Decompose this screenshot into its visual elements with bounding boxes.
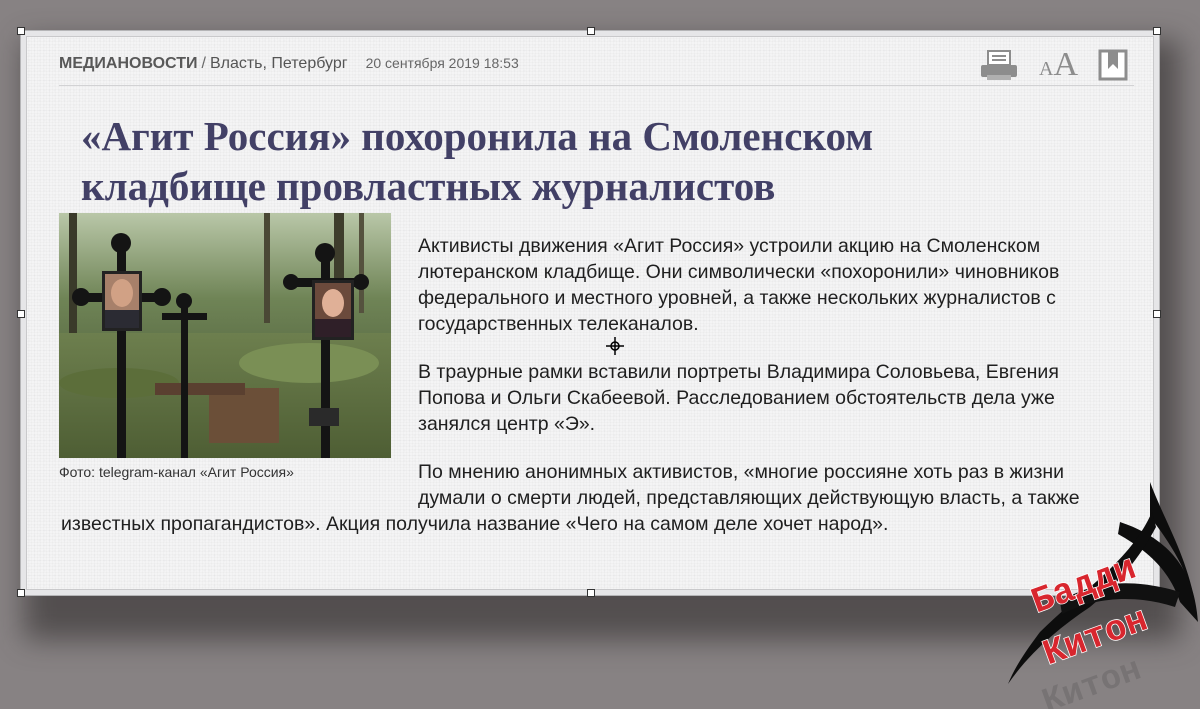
resize-handle-right[interactable] [1153, 310, 1161, 318]
section-link[interactable]: Власть, Петербург [210, 55, 348, 72]
resize-handle-left[interactable] [17, 310, 25, 318]
source-line: МЕДИАНОВОСТИ / Власть, Петербург 20 сентябр… [59, 55, 519, 73]
publish-date: 20 сентября 2019 18:53 [365, 55, 519, 71]
crosshair-cursor-icon [606, 337, 624, 355]
photo-float-spacer [61, 233, 418, 509]
watermark-logo: Бадди Китон Китон [1008, 482, 1198, 709]
resize-handle-top-right[interactable] [1153, 27, 1161, 35]
bookmark-icon[interactable] [1098, 49, 1128, 81]
breadcrumb-separator: / [201, 55, 206, 72]
site-brand[interactable]: МЕДИАНОВОСТИ [59, 55, 197, 72]
resize-handle-top-left[interactable] [17, 27, 25, 35]
news-clipping-card[interactable]: МЕДИАНОВОСТИ / Власть, Петербург 20 сентябр… [17, 27, 1161, 597]
resize-handle-top[interactable] [587, 27, 595, 35]
resize-handle-bottom[interactable] [587, 589, 595, 597]
article-headline: «Агит Россия» похоронила на Смоленском к… [81, 113, 874, 209]
article-meta-bar: МЕДИАНОВОСТИ / Власть, Петербург 20 сентябр… [59, 48, 1134, 86]
resize-handle-bottom-left[interactable] [17, 589, 25, 597]
article-body: Активисты движения «Агит Россия» устроил… [61, 233, 1119, 559]
printer-icon[interactable] [979, 49, 1019, 81]
font-size-button[interactable]: AA [1039, 48, 1078, 82]
article-tools: AA [979, 47, 1128, 83]
